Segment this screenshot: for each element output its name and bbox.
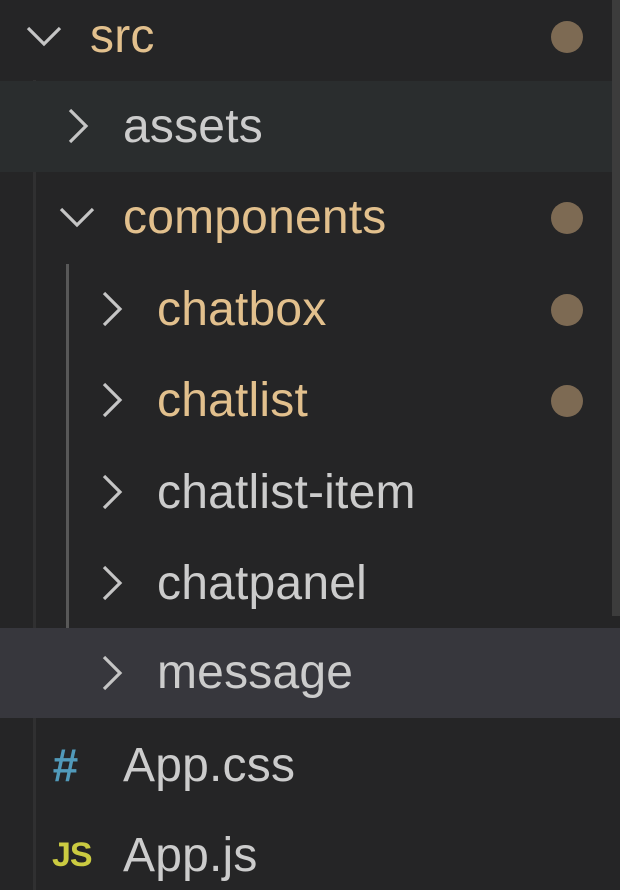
tree-item-app-css[interactable]: # App.css [0,720,612,811]
tree-item-assets[interactable]: assets [0,81,612,172]
tree-item-app-js[interactable]: JS App.js [0,810,612,890]
modified-dot-icon [551,384,583,417]
chevron-right-icon [92,653,132,693]
tree-item-label: assets [123,100,263,153]
chevron-right-icon [92,563,132,603]
tree-item-label: src [90,10,155,63]
tree-item-chatpanel[interactable]: chatpanel [0,538,612,629]
tree-item-components[interactable]: components [0,172,612,263]
tree-item-chatbox[interactable]: chatbox [0,264,612,355]
tree-item-label: chatpanel [157,557,367,610]
css-file-icon: # [52,739,78,791]
vertical-scrollbar[interactable] [612,0,620,616]
modified-dot-icon [551,201,583,234]
chevron-right-icon [92,380,132,420]
tree-item-label: components [123,191,387,244]
tree-item-label: App.js [123,829,258,882]
tree-item-label: message [157,646,354,699]
tree-item-label: App.css [123,739,296,792]
modified-dot-icon [551,293,583,326]
chevron-down-icon [24,16,64,56]
js-file-icon: JS [52,836,93,874]
tree-item-label: chatlist [157,374,308,427]
tree-item-src[interactable]: src [0,0,612,82]
tree-item-message[interactable]: message [0,628,620,718]
chevron-right-icon [58,106,98,146]
tree-item-chatlist-item[interactable]: chatlist-item [0,447,612,538]
tree-item-label: chatlist-item [157,466,416,519]
chevron-right-icon [92,289,132,329]
chevron-down-icon [57,197,97,237]
tree-item-chatlist[interactable]: chatlist [0,355,612,446]
file-explorer-tree: src assets components chatbox chatlist c… [0,0,620,890]
modified-dot-icon [551,20,583,53]
chevron-right-icon [92,472,132,512]
tree-item-label: chatbox [157,283,327,336]
